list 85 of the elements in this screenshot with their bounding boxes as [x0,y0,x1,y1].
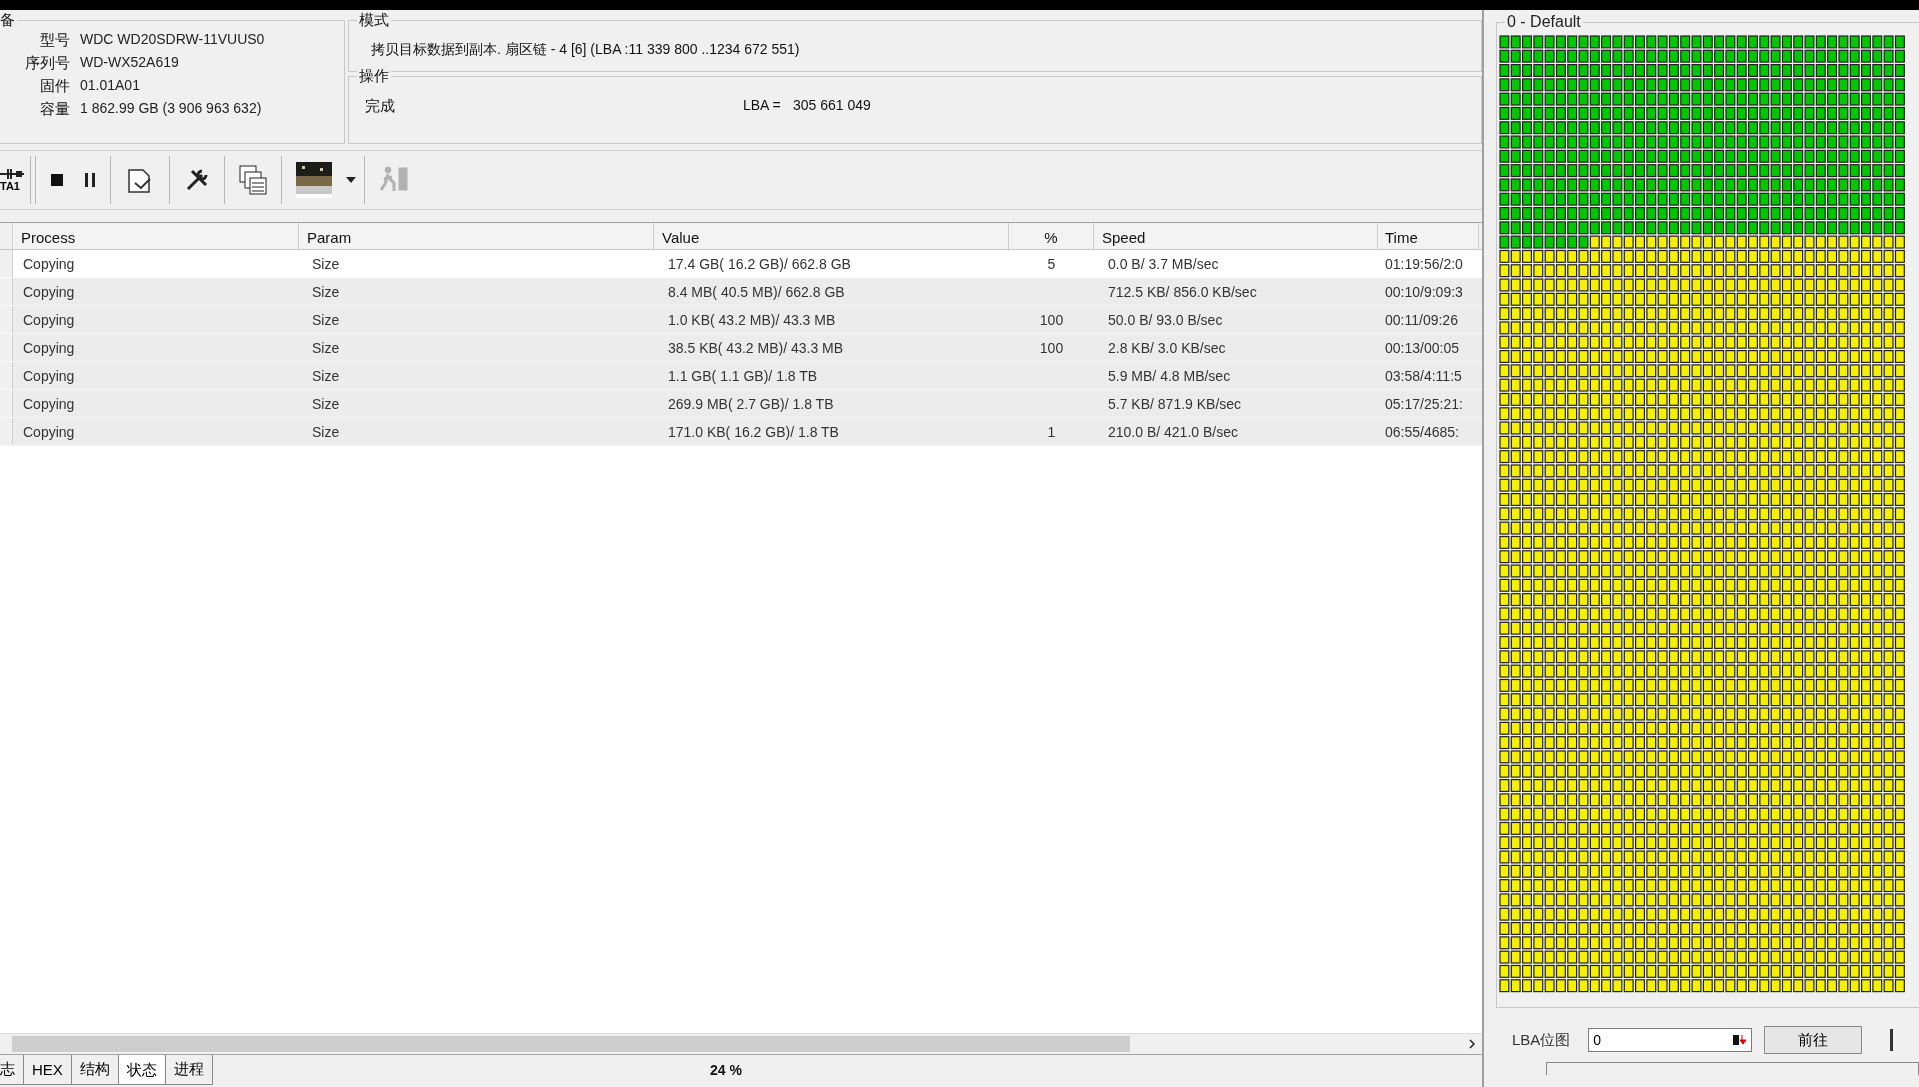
lba-label: LBA = [743,97,782,115]
table-cell-text: Copying [22,311,76,330]
column-header[interactable]: % [1009,223,1094,249]
table-cell-text: Size [311,283,341,302]
field-value: WDC WD20SDRW-11VUUS0 [80,31,266,49]
table-row[interactable]: Copying Size 1.0 KB( 43.2 MB)/ 43.3 MB 100 50.0 B/ 93.0 B/sec 00:11/09:26 [0,306,1482,334]
table-cell-text: Copying [22,255,76,274]
table-cell-text: Size [311,423,341,442]
table-cell-text: 8.4 MB( 40.5 MB)/ 662.8 GB [667,283,846,302]
table-cell-text: Copying [22,367,76,386]
scrollbar-thumb[interactable] [12,1036,1130,1052]
lba-value: 305 661 049 [793,97,871,115]
field-label: 容量 [39,100,70,119]
table-cell-text: 5.7 KB/ 871.9 KB/sec [1107,395,1243,414]
table-cell-text: 0.0 B/ 3.7 MB/sec [1107,255,1220,274]
table-cell-text: 00:13/00:05 [1384,339,1460,358]
go-button[interactable]: 前往 [1764,1026,1863,1054]
table-cell-text: Size [311,339,341,358]
table-cell-text: 100 [1038,339,1065,358]
table-cell-text: Size [311,395,341,414]
tab[interactable]: 进程 [164,1055,213,1085]
column-header[interactable]: Speed [1094,223,1378,249]
table-cell-text: 01:19:56/2:0 [1384,255,1464,274]
table-cell-text: 1.1 GB( 1.1 GB)/ 1.8 TB [667,367,819,386]
table-cell-text: 5 [1046,255,1057,274]
progress-text: 24 % [710,1061,742,1078]
column-header[interactable]: Process [13,223,299,249]
lba-input-field[interactable]: 0 [1588,1028,1753,1052]
table-cell-text: 171.0 KB( 16.2 GB)/ 1.8 TB [667,423,840,442]
field-value: 1 862.99 GB (3 906 963 632) [80,100,263,118]
button-edge[interactable] [1890,1029,1894,1051]
caret-icon [346,177,356,183]
table-cell-text: 269.9 MB( 2.7 GB)/ 1.8 TB [667,395,835,414]
panel-title: 模式 [357,11,391,30]
table-cell-text: 2.8 KB/ 3.0 KB/sec [1107,339,1227,358]
lba-map-label: LBA位图 [1512,1030,1571,1050]
field-label: 型号 [39,31,70,50]
field-label: 序列号 [24,54,70,73]
field-label: 固件 [39,77,70,96]
table-cell-text: 06:55/4685: [1384,423,1460,442]
panel-title: 操作 [357,67,391,86]
table-cell-text: Size [311,311,341,330]
tab-edge[interactable] [1546,1062,1919,1075]
chevron-right-icon [1469,1039,1475,1049]
panel-title: 备 [0,11,17,30]
table-cell-text: 00:10/9:09:3 [1384,283,1464,302]
tools-icon [184,167,210,193]
table-cell-text: Copying [22,395,76,414]
table-cell-text: 00:11/09:26 [1384,311,1459,330]
table-row[interactable]: Copying Size 38.5 KB( 43.2 MB)/ 43.3 MB 100 2.8 KB/ 3.0 KB/sec 00:13/00:05 [0,334,1482,362]
table-row[interactable]: Copying Size 171.0 KB( 16.2 GB)/ 1.8 TB 1 210.0 B/ 421.0 B/sec 06:55/4685: [0,418,1482,446]
table-cell-text: 17.4 GB( 16.2 GB)/ 662.8 GB [667,255,852,274]
table-row[interactable]: Copying Size 269.9 MB( 2.7 GB)/ 1.8 TB 5.7 KB/ 871.9 KB/sec 05:17/25:21: [0,390,1482,418]
tab[interactable]: 状态 [117,1055,166,1085]
pause-icon [84,172,96,188]
table-cell-text: Size [311,255,341,274]
table-cell-text: 5.9 MB/ 4.8 MB/sec [1107,367,1232,386]
table-cell-text: Size [311,367,341,386]
arrow-down-icon [1733,1034,1748,1046]
table-cell-text: 05:17/25:21: [1384,395,1464,414]
column-header[interactable]: Param [299,223,654,249]
table-cell-text: 38.5 KB( 43.2 MB)/ 43.3 MB [667,339,845,358]
table-row[interactable]: Copying Size 1.1 GB( 1.1 GB)/ 1.8 TB 5.9 MB/ 4.8 MB/sec 03:58/4:11:5 [0,362,1482,390]
table-cell-text: Copying [22,283,76,302]
table-cell-text: Copying [22,339,76,358]
table-cell-text: 210.0 B/ 421.0 B/sec [1107,423,1239,442]
table-cell-text: 1.0 KB( 43.2 MB)/ 43.3 MB [667,311,837,330]
field-value: WD-WX52A619 [80,54,180,72]
status-text: 完成 [365,97,396,116]
windows-icon [239,165,267,195]
column-header[interactable]: Time [1378,223,1479,249]
thumbnail-icon [296,162,332,198]
table-cell-text: 50.0 B/ 93.0 B/sec [1107,311,1224,330]
table-cell-text: 03:58/4:11:5 [1384,367,1463,386]
table-cell-text: 712.5 KB/ 856.0 KB/sec [1107,283,1258,302]
mode-text: 拷贝目标数据到副本. 扇区链 - 4 [6] (LBA :11 339 800 ..1234 672 551) [371,41,800,57]
stop-icon [50,173,64,187]
plug-icon [0,168,24,180]
column-header[interactable]: Value [654,223,1009,249]
table-cell-text: 100 [1038,311,1065,330]
port-button[interactable]: TA1 [0,156,31,204]
table-cell-text: 1 [1046,423,1057,442]
field-value: 01.01A01 [80,77,141,95]
table-cell-text: Copying [22,423,76,442]
table-row[interactable]: Copying Size 8.4 MB( 40.5 MB)/ 662.8 GB 712.5 KB/ 856.0 KB/sec 00:10/9:09:3 [0,278,1482,306]
